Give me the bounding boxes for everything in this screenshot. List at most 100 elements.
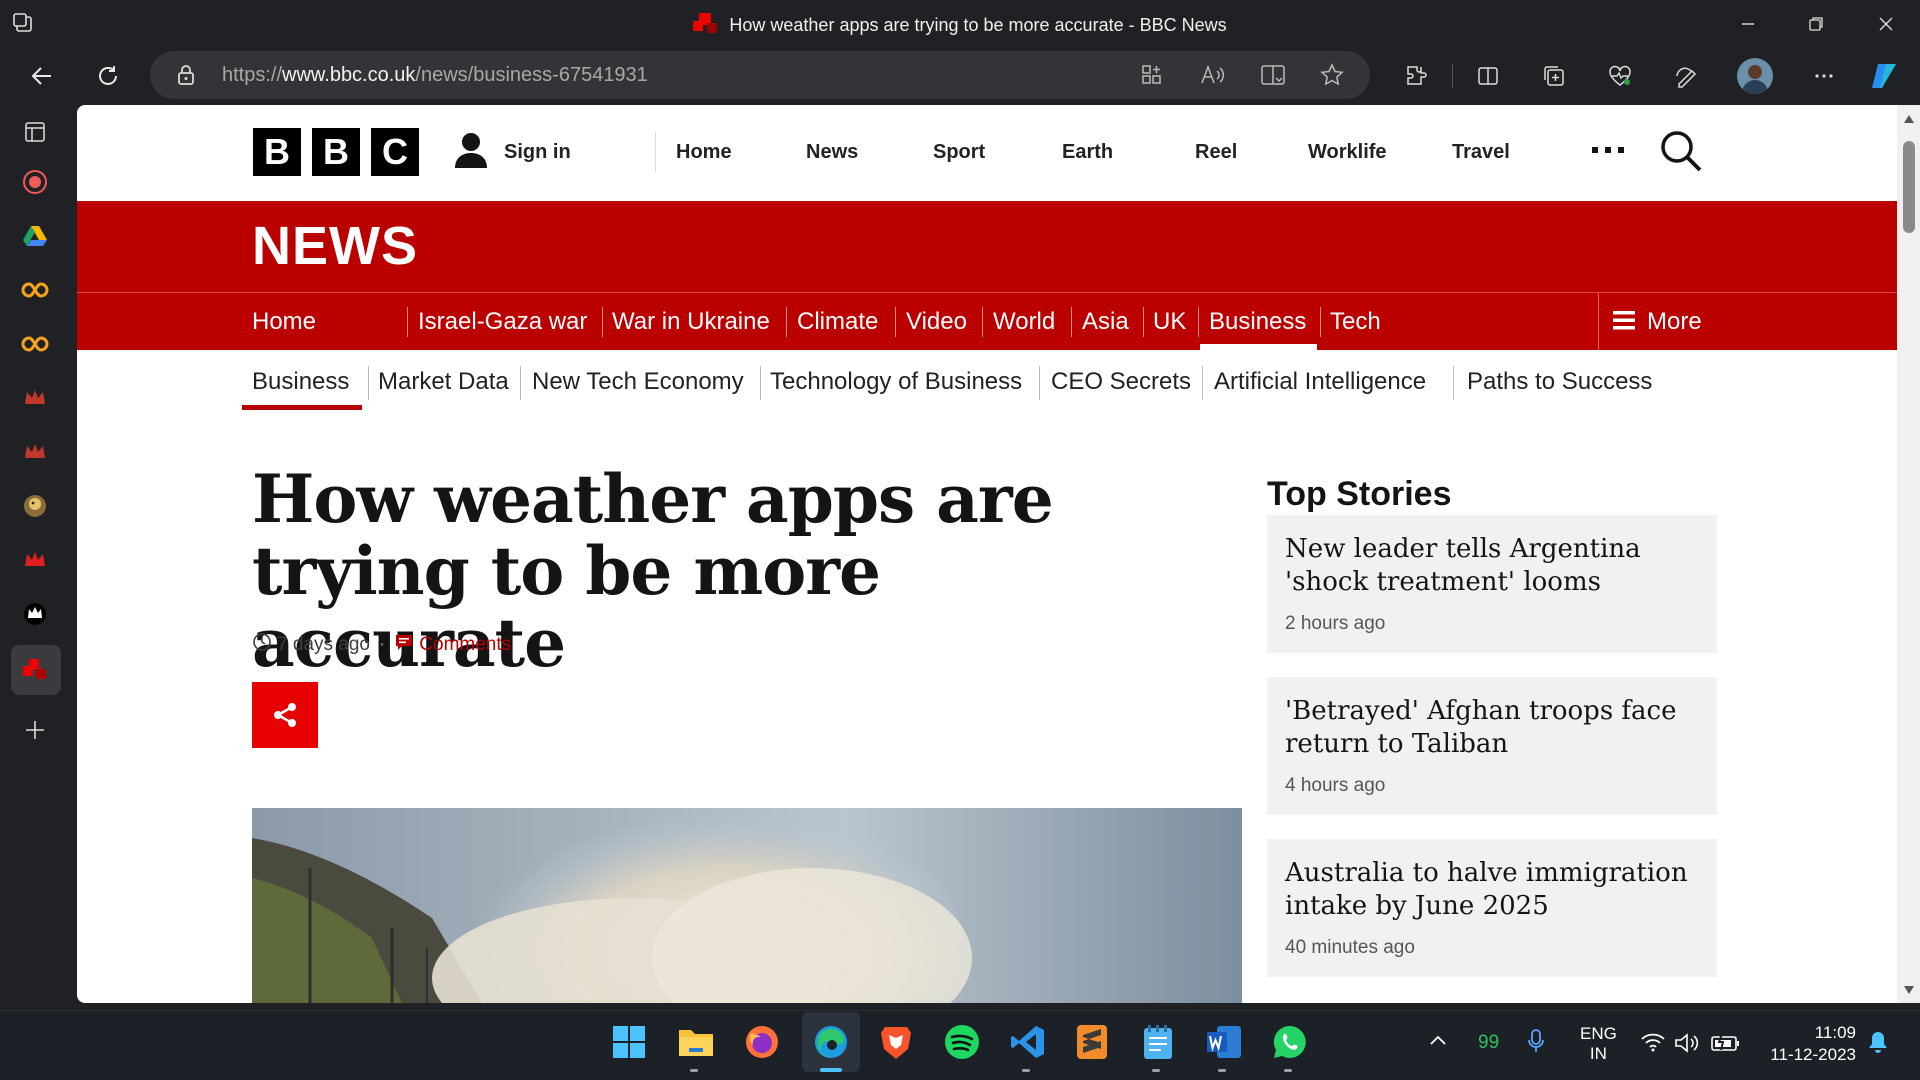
notification-bell-icon[interactable] <box>1867 1030 1889 1059</box>
top-nav-reel[interactable]: Reel <box>1195 141 1237 164</box>
split-screen-icon[interactable] <box>1468 56 1508 96</box>
crown-app-icon-1[interactable] <box>15 378 55 418</box>
word-icon[interactable] <box>1198 1016 1250 1068</box>
extensions-icon[interactable] <box>1396 56 1436 96</box>
close-button[interactable] <box>1856 0 1916 48</box>
subnav-new-tech-economy[interactable]: New Tech Economy <box>532 367 744 397</box>
show-hidden-icons-chevron-icon[interactable] <box>1428 1032 1448 1053</box>
top-story-title[interactable]: 'Betrayed' Afghan troops face return to … <box>1285 695 1705 761</box>
lock-icon[interactable] <box>176 64 196 91</box>
news-title[interactable]: NEWS <box>252 215 418 277</box>
vertical-tabs-icon[interactable] <box>15 112 55 152</box>
share-icon <box>274 703 296 727</box>
restore-button[interactable] <box>1786 0 1846 48</box>
sublime-text-icon[interactable] <box>1066 1016 1118 1068</box>
reload-button[interactable] <box>88 56 128 96</box>
section-israel-gaza-war[interactable]: Israel-Gaza war <box>418 293 587 350</box>
profile-avatar[interactable] <box>1737 58 1773 94</box>
address-bar[interactable]: https://www.bbc.co.uk/news/business-6754… <box>150 51 1370 99</box>
add-app-icon[interactable] <box>15 710 55 750</box>
section-tech[interactable]: Tech <box>1330 293 1381 350</box>
scroll-down-arrow-icon[interactable] <box>1903 982 1915 1000</box>
hamburger-menu-icon[interactable] <box>1611 308 1637 337</box>
more-options-icon[interactable] <box>1804 56 1844 96</box>
tray-badge-count[interactable]: 99 <box>1478 1032 1499 1054</box>
top-nav-earth[interactable]: Earth <box>1062 141 1113 164</box>
section-business[interactable]: Business <box>1209 293 1306 350</box>
notepad-icon[interactable] <box>1132 1016 1184 1068</box>
running-indicator <box>1022 1069 1030 1072</box>
crown-app-icon-4[interactable] <box>15 594 55 634</box>
wifi-icon[interactable] <box>1640 1032 1666 1057</box>
section-video[interactable]: Video <box>906 293 967 350</box>
search-icon[interactable] <box>1659 129 1703 178</box>
more-menu-button[interactable]: More <box>1647 293 1702 350</box>
top-story-title[interactable]: Australia to halve immigration intake by… <box>1285 857 1705 923</box>
favorite-star-icon[interactable] <box>1320 63 1344 92</box>
section-asia[interactable]: Asia <box>1082 293 1129 350</box>
url-text[interactable]: https://www.bbc.co.uk/news/business-6754… <box>222 51 648 99</box>
scroll-up-arrow-icon[interactable] <box>1903 111 1915 129</box>
copilot-icon[interactable] <box>1864 56 1904 96</box>
microphone-icon[interactable] <box>1526 1028 1546 1061</box>
account-icon[interactable] <box>453 131 489 174</box>
infinity-app-icon-2[interactable] <box>15 324 55 364</box>
page-scrollbar[interactable] <box>1897 105 1920 1003</box>
back-button[interactable] <box>22 56 62 96</box>
section-war-in-ukraine[interactable]: War in Ukraine <box>612 293 770 350</box>
app-available-icon[interactable] <box>1140 63 1164 92</box>
top-story-card[interactable]: Australia to halve immigration intake by… <box>1267 839 1717 977</box>
comments-link[interactable]: Comments <box>419 634 511 656</box>
share-button[interactable] <box>252 682 318 748</box>
top-nav-news[interactable]: News <box>806 141 858 164</box>
record-app-icon[interactable] <box>15 162 55 202</box>
section-home[interactable]: Home <box>252 293 316 350</box>
browser-essentials-icon[interactable] <box>1600 56 1640 96</box>
read-aloud-icon[interactable] <box>1200 63 1226 92</box>
spotify-icon[interactable] <box>936 1016 988 1068</box>
infinity-app-icon-1[interactable] <box>15 270 55 310</box>
top-nav-travel[interactable]: Travel <box>1452 141 1510 164</box>
crown-app-icon-2[interactable] <box>15 432 55 472</box>
minimize-button[interactable] <box>1718 0 1778 48</box>
subnav-technology-of-business[interactable]: Technology of Business <box>770 367 1022 397</box>
section-climate[interactable]: Climate <box>797 293 878 350</box>
clock[interactable]: 11:09 11-12-2023 <box>1760 1022 1856 1066</box>
bbc-logo[interactable]: BBC <box>253 128 430 176</box>
file-explorer-icon[interactable] <box>670 1016 722 1068</box>
performance-icon[interactable] <box>1666 56 1706 96</box>
section-world[interactable]: World <box>993 293 1055 350</box>
subnav-artificial-intelligence[interactable]: Artificial Intelligence <box>1214 367 1426 397</box>
battery-icon[interactable] <box>1710 1033 1740 1057</box>
immersive-reader-icon[interactable] <box>1260 63 1286 92</box>
top-nav-home[interactable]: Home <box>676 141 732 164</box>
top-nav-worklife[interactable]: Worklife <box>1308 141 1387 164</box>
more-dots-icon[interactable] <box>1590 143 1626 161</box>
bird-app-icon[interactable] <box>15 486 55 526</box>
start-button-icon[interactable] <box>603 1016 655 1068</box>
top-nav-sport[interactable]: Sport <box>933 141 985 164</box>
subnav-ceo-secrets[interactable]: CEO Secrets <box>1051 367 1191 397</box>
sign-in-link[interactable]: Sign in <box>504 141 571 164</box>
vscode-icon[interactable] <box>1002 1016 1054 1068</box>
subnav-market-data[interactable]: Market Data <box>378 367 509 397</box>
scroll-thumb[interactable] <box>1903 141 1915 233</box>
bbc-news-app-icon[interactable] <box>15 650 55 690</box>
section-uk[interactable]: UK <box>1153 293 1186 350</box>
article-time: 7 days ago <box>277 634 370 655</box>
comments-icon[interactable] <box>394 632 414 658</box>
firefox-icon[interactable] <box>736 1016 788 1068</box>
crown-app-icon-3[interactable] <box>15 540 55 580</box>
collections-icon[interactable] <box>1534 56 1574 96</box>
volume-icon[interactable] <box>1674 1032 1700 1059</box>
top-story-card[interactable]: New leader tells Argentina 'shock treatm… <box>1267 515 1717 653</box>
brave-icon[interactable] <box>870 1016 922 1068</box>
google-drive-icon[interactable] <box>15 216 55 256</box>
subnav-paths-to-success[interactable]: Paths to Success <box>1467 367 1652 397</box>
edge-icon[interactable] <box>805 1016 857 1068</box>
top-story-card[interactable]: 'Betrayed' Afghan troops face return to … <box>1267 677 1717 815</box>
subnav-business[interactable]: Business <box>252 367 349 397</box>
language-indicator[interactable]: ENG IN <box>1580 1024 1617 1064</box>
top-story-title[interactable]: New leader tells Argentina 'shock treatm… <box>1285 533 1705 599</box>
whatsapp-icon[interactable] <box>1264 1016 1316 1068</box>
